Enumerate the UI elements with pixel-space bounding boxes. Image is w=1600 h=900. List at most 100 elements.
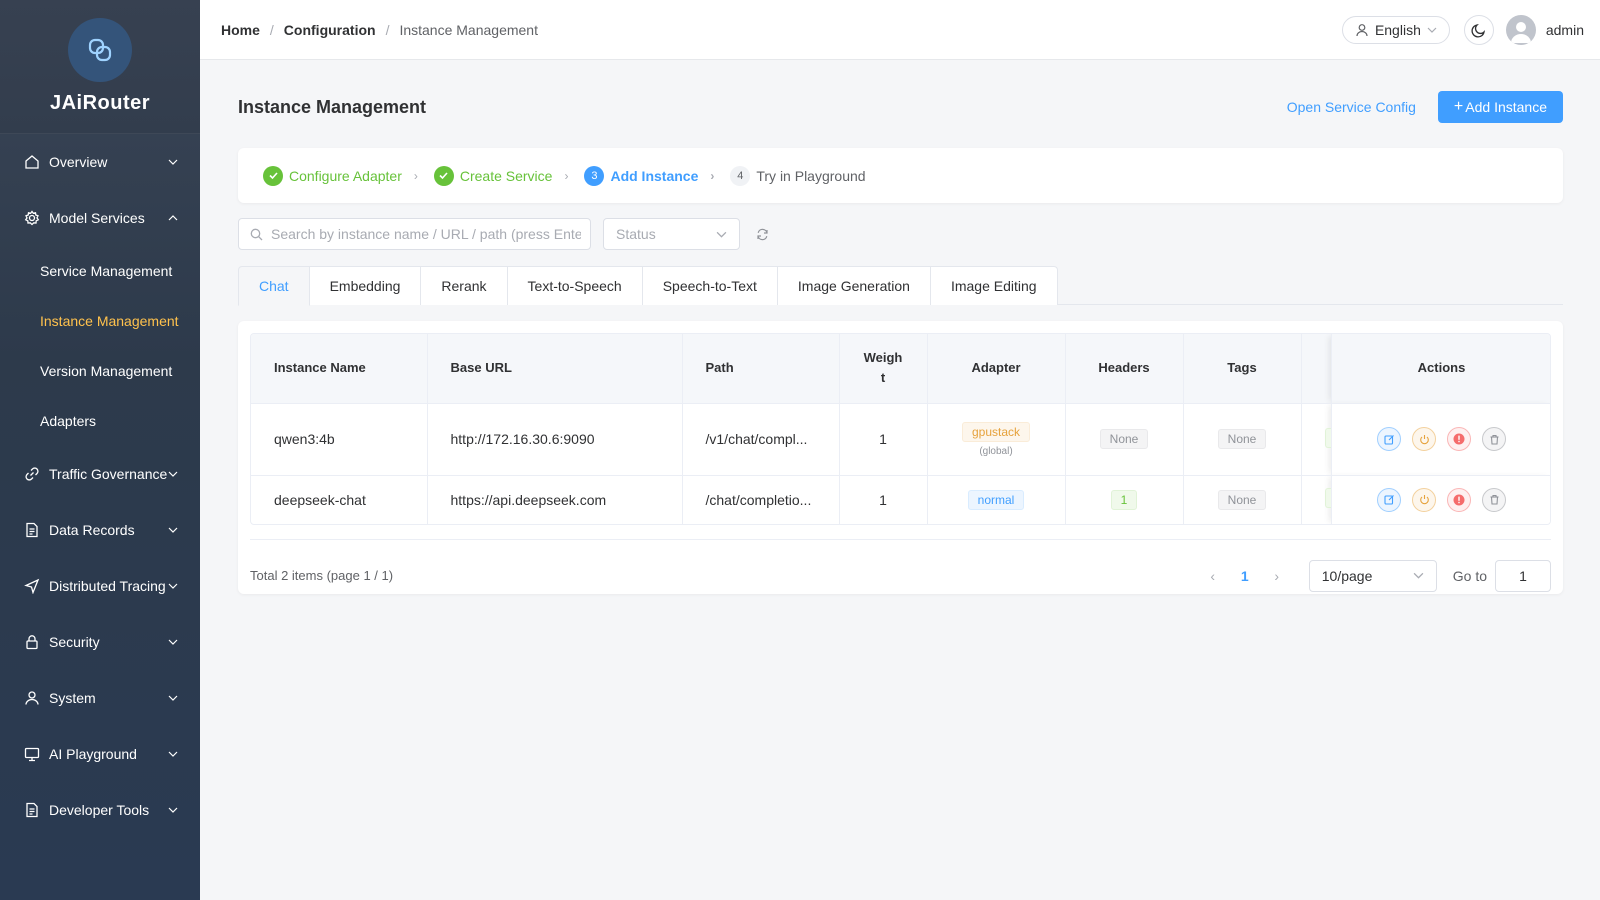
chevron-down-icon — [168, 527, 178, 533]
instances-table-wrapper[interactable]: Instance Name Base URL Path Weigh t Adap… — [250, 333, 1551, 525]
chevron-down-icon — [168, 159, 178, 165]
breadcrumb-current: Instance Management — [399, 21, 538, 38]
open-service-config-link[interactable]: Open Service Config — [1287, 99, 1416, 115]
sidebar-item-security[interactable]: Security — [0, 614, 200, 670]
sidebar-item-data-records[interactable]: Data Records — [0, 502, 200, 558]
moon-icon — [1471, 23, 1485, 38]
chevron-down-icon — [168, 751, 178, 757]
main-content: Instance Management Open Service Config … — [238, 60, 1563, 594]
brand: JAiRouter — [0, 0, 200, 134]
edit-button[interactable] — [1377, 487, 1401, 512]
submenu-model-services: Service Management Instance Management V… — [0, 246, 200, 446]
cell-actions — [1331, 475, 1550, 524]
page-size-value: 10/page — [1321, 567, 1373, 584]
refresh-button[interactable] — [754, 226, 770, 242]
pagination-total: Total 2 items (page 1 / 1) — [250, 568, 394, 583]
language-switcher[interactable]: English — [1341, 16, 1450, 44]
column-header-headers[interactable]: Headers — [1065, 334, 1184, 404]
sidebar-item-service-management[interactable]: Service Management — [0, 246, 200, 296]
chevron-right-icon: › — [564, 168, 569, 183]
chevron-down-icon — [1413, 572, 1424, 579]
service-type-tabs: Chat Embedding Rerank Text-to-Speech Spe… — [238, 266, 1563, 306]
sidebar-item-overview[interactable]: Overview — [0, 134, 200, 190]
adapter-tag: gpustack — [961, 421, 1031, 442]
tab-speech-to-text[interactable]: Speech-to-Text — [642, 266, 778, 305]
search-input[interactable] — [271, 226, 581, 242]
column-header-instance-name[interactable]: Instance Name — [251, 334, 428, 404]
sidebar-item-label: System — [49, 690, 96, 706]
sidebar-item-version-management[interactable]: Version Management — [0, 346, 200, 396]
edit-icon — [1383, 434, 1394, 445]
row-actions — [1332, 427, 1551, 451]
step-try-in-playground[interactable]: 4 Try in Playground — [730, 165, 866, 186]
cell-path: /chat/completio... — [682, 475, 840, 524]
sidebar-item-instance-management[interactable]: Instance Management — [0, 296, 200, 346]
tab-chat[interactable]: Chat — [238, 266, 310, 306]
column-header-base-url[interactable]: Base URL — [427, 334, 683, 404]
prev-page-button[interactable]: ‹ — [1201, 568, 1225, 584]
sidebar-item-ai-playground[interactable]: AI Playground — [0, 726, 200, 782]
tags-tag: None — [1217, 489, 1267, 510]
page-size-select[interactable]: 10/page — [1308, 559, 1437, 592]
cell-headers: None — [1065, 403, 1184, 476]
tab-rerank[interactable]: Rerank — [421, 266, 508, 305]
delete-button[interactable] — [1482, 487, 1506, 512]
breadcrumb-configuration[interactable]: Configuration — [284, 22, 376, 38]
breadcrumb-home[interactable]: Home — [221, 22, 260, 38]
chevron-down-icon — [1427, 27, 1437, 33]
toggle-button[interactable] — [1412, 487, 1436, 512]
tab-text-to-speech[interactable]: Text-to-Speech — [507, 266, 643, 305]
alert-icon — [1453, 433, 1465, 445]
page-title: Instance Management — [238, 96, 427, 117]
column-header-weight[interactable]: Weigh t — [839, 334, 928, 404]
sidebar-item-adapters[interactable]: Adapters — [0, 396, 200, 446]
breadcrumb-separator: / — [385, 21, 390, 38]
wizard-steps: Configure Adapter › Create Service › 3 A… — [238, 148, 1563, 203]
chevron-down-icon — [716, 231, 727, 238]
cell-status — [1301, 403, 1332, 476]
search-box — [238, 218, 591, 250]
cell-adapter: gpustack (global) — [927, 403, 1066, 476]
sidebar-item-system[interactable]: System — [0, 670, 200, 726]
add-instance-label: Add Instance — [1465, 99, 1547, 115]
step-add-instance[interactable]: 3 Add Instance › — [584, 165, 714, 186]
toggle-button[interactable] — [1412, 427, 1436, 451]
edit-button[interactable] — [1377, 427, 1401, 451]
add-instance-button[interactable]: + Add Instance — [1437, 91, 1563, 123]
instances-table: Instance Name Base URL Path Weigh t Adap… — [251, 334, 1551, 524]
sidebar-item-traffic-governance[interactable]: Traffic Governance — [0, 446, 200, 502]
status-tag — [1324, 427, 1331, 448]
health-check-button[interactable] — [1447, 487, 1471, 512]
column-header-adapter[interactable]: Adapter — [927, 334, 1066, 404]
cell-instance-name: qwen3:4b — [251, 403, 428, 476]
status-select[interactable]: Status — [603, 218, 740, 250]
step-create-service[interactable]: Create Service › — [433, 165, 569, 186]
page-number[interactable]: 1 — [1225, 568, 1265, 584]
avatar[interactable] — [1505, 15, 1536, 45]
tab-image-generation[interactable]: Image Generation — [777, 266, 931, 305]
refresh-icon — [756, 228, 768, 240]
pagination: ‹ 1 › 10/page Go to — [1201, 559, 1551, 592]
chevron-down-icon — [168, 807, 178, 813]
alert-icon — [1453, 494, 1465, 506]
column-header-weight-line1: Weigh — [863, 350, 903, 366]
chevron-down-icon — [168, 471, 178, 477]
column-header-path[interactable]: Path — [682, 334, 840, 404]
cell-weight: 1 — [839, 403, 928, 476]
dark-mode-toggle[interactable] — [1463, 15, 1494, 45]
health-check-button[interactable] — [1447, 427, 1471, 451]
username[interactable]: admin — [1546, 22, 1584, 38]
app-logo-icon — [68, 18, 132, 82]
tab-embedding[interactable]: Embedding — [309, 266, 422, 305]
sidebar-item-developer-tools[interactable]: Developer Tools — [0, 782, 200, 838]
step-configure-adapter[interactable]: Configure Adapter › — [263, 165, 418, 186]
delete-button[interactable] — [1482, 427, 1506, 451]
step-number: 3 — [584, 165, 605, 186]
top-header: Home / Configuration / Instance Manageme… — [200, 0, 1600, 60]
sidebar-item-distributed-tracing[interactable]: Distributed Tracing — [0, 558, 200, 614]
sidebar-item-model-services[interactable]: Model Services — [0, 190, 200, 246]
column-header-tags[interactable]: Tags — [1183, 334, 1302, 404]
tab-image-editing[interactable]: Image Editing — [930, 266, 1058, 305]
goto-page-input[interactable] — [1495, 559, 1551, 592]
next-page-button[interactable]: › — [1265, 568, 1289, 584]
